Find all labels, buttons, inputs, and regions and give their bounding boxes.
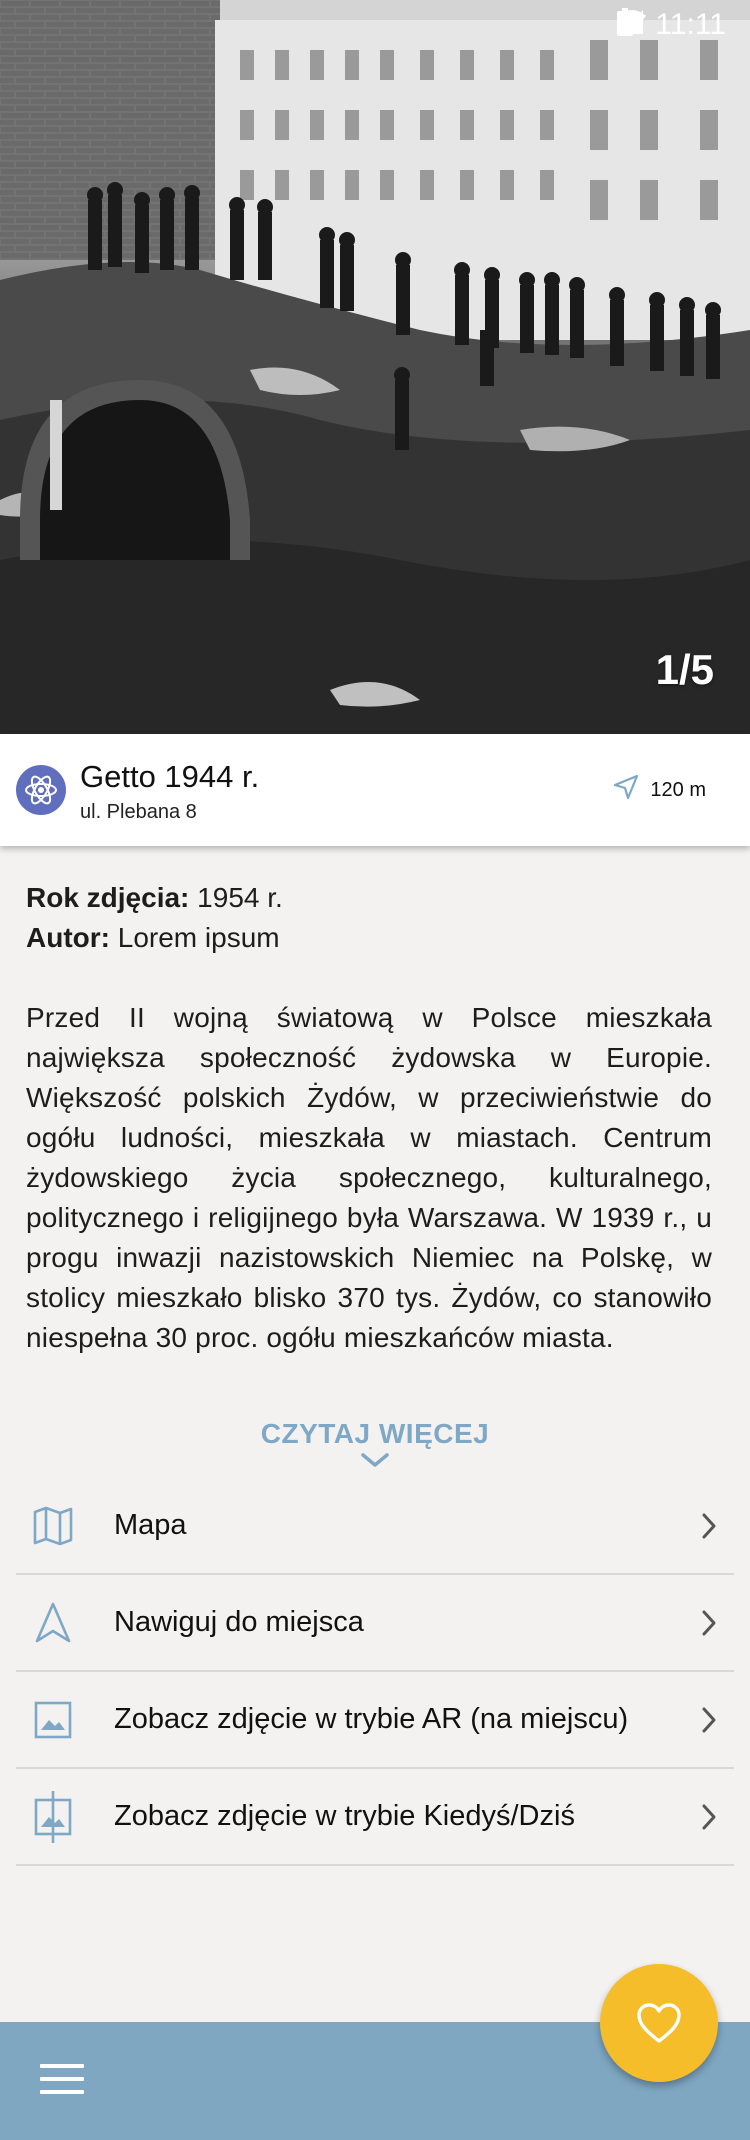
navigation-arrow-icon — [28, 1601, 78, 1645]
chevron-right-icon — [694, 1609, 724, 1637]
place-title: Getto 1944 r. — [80, 758, 260, 794]
image-compare-icon — [28, 1789, 78, 1845]
menu-item-map[interactable]: Mapa — [16, 1478, 734, 1575]
menu-item-then-now[interactable]: Zobacz zdjęcie w trybie Kiedyś/Dziś — [16, 1769, 734, 1866]
status-bar: 11:11 — [617, 8, 726, 42]
chevron-right-icon — [694, 1803, 724, 1831]
menu-item-label: Zobacz zdjęcie w trybie Kiedyś/Dziś — [114, 1800, 575, 1832]
location-arrow-icon — [612, 773, 640, 807]
atom-flower-icon — [16, 765, 66, 815]
action-list: Mapa Nawiguj do miejsca Zobacz zdjęcie w… — [16, 1478, 734, 1866]
read-more-button[interactable]: CZYTAJ WIĘCEJ — [0, 1418, 750, 1468]
chevron-right-icon — [694, 1512, 724, 1540]
image-icon — [28, 1700, 78, 1740]
menu-item-navigate[interactable]: Nawiguj do miejsca — [16, 1575, 734, 1672]
menu-item-label: Zobacz zdjęcie w trybie AR (na miejscu) — [114, 1703, 629, 1735]
place-description: Przed II wojną światową w Polsce mieszka… — [26, 1002, 712, 1353]
place-header: Getto 1944 r. ul. Plebana 8 120 m — [0, 734, 750, 846]
hamburger-menu-icon[interactable] — [40, 2064, 84, 2096]
photo-illustration — [0, 0, 750, 734]
place-details: Rok zdjęcia: 1954 r. Autor: Lorem ipsum … — [26, 878, 712, 1358]
year-value: 1954 r. — [197, 882, 283, 913]
distance-info: 120 m — [612, 773, 706, 807]
menu-item-label: Mapa — [114, 1509, 187, 1541]
author-value: Lorem ipsum — [117, 922, 280, 953]
heart-icon — [637, 2003, 681, 2043]
photo-counter: 1/5 — [655, 646, 714, 693]
chevron-down-icon — [361, 1453, 389, 1467]
photo-year: Rok zdjęcia: 1954 r. — [26, 878, 712, 918]
status-time: 11:11 — [655, 8, 726, 41]
photo-author: Autor: Lorem ipsum — [26, 918, 712, 958]
chevron-right-icon — [694, 1706, 724, 1734]
year-label: Rok zdjęcia: — [26, 882, 190, 913]
distance-value: 120 m — [650, 778, 706, 801]
map-icon — [28, 1504, 78, 1548]
favorite-button[interactable] — [600, 1964, 718, 2082]
menu-item-label: Nawiguj do miejsca — [114, 1606, 364, 1638]
hero-photo[interactable]: 11:11 1/5 — [0, 0, 750, 734]
author-label: Autor: — [26, 922, 110, 953]
menu-item-ar[interactable]: Zobacz zdjęcie w trybie AR (na miejscu) — [16, 1672, 734, 1769]
place-address: ul. Plebana 8 — [80, 800, 197, 823]
read-more-label: CZYTAJ WIĘCEJ — [260, 1418, 490, 1449]
